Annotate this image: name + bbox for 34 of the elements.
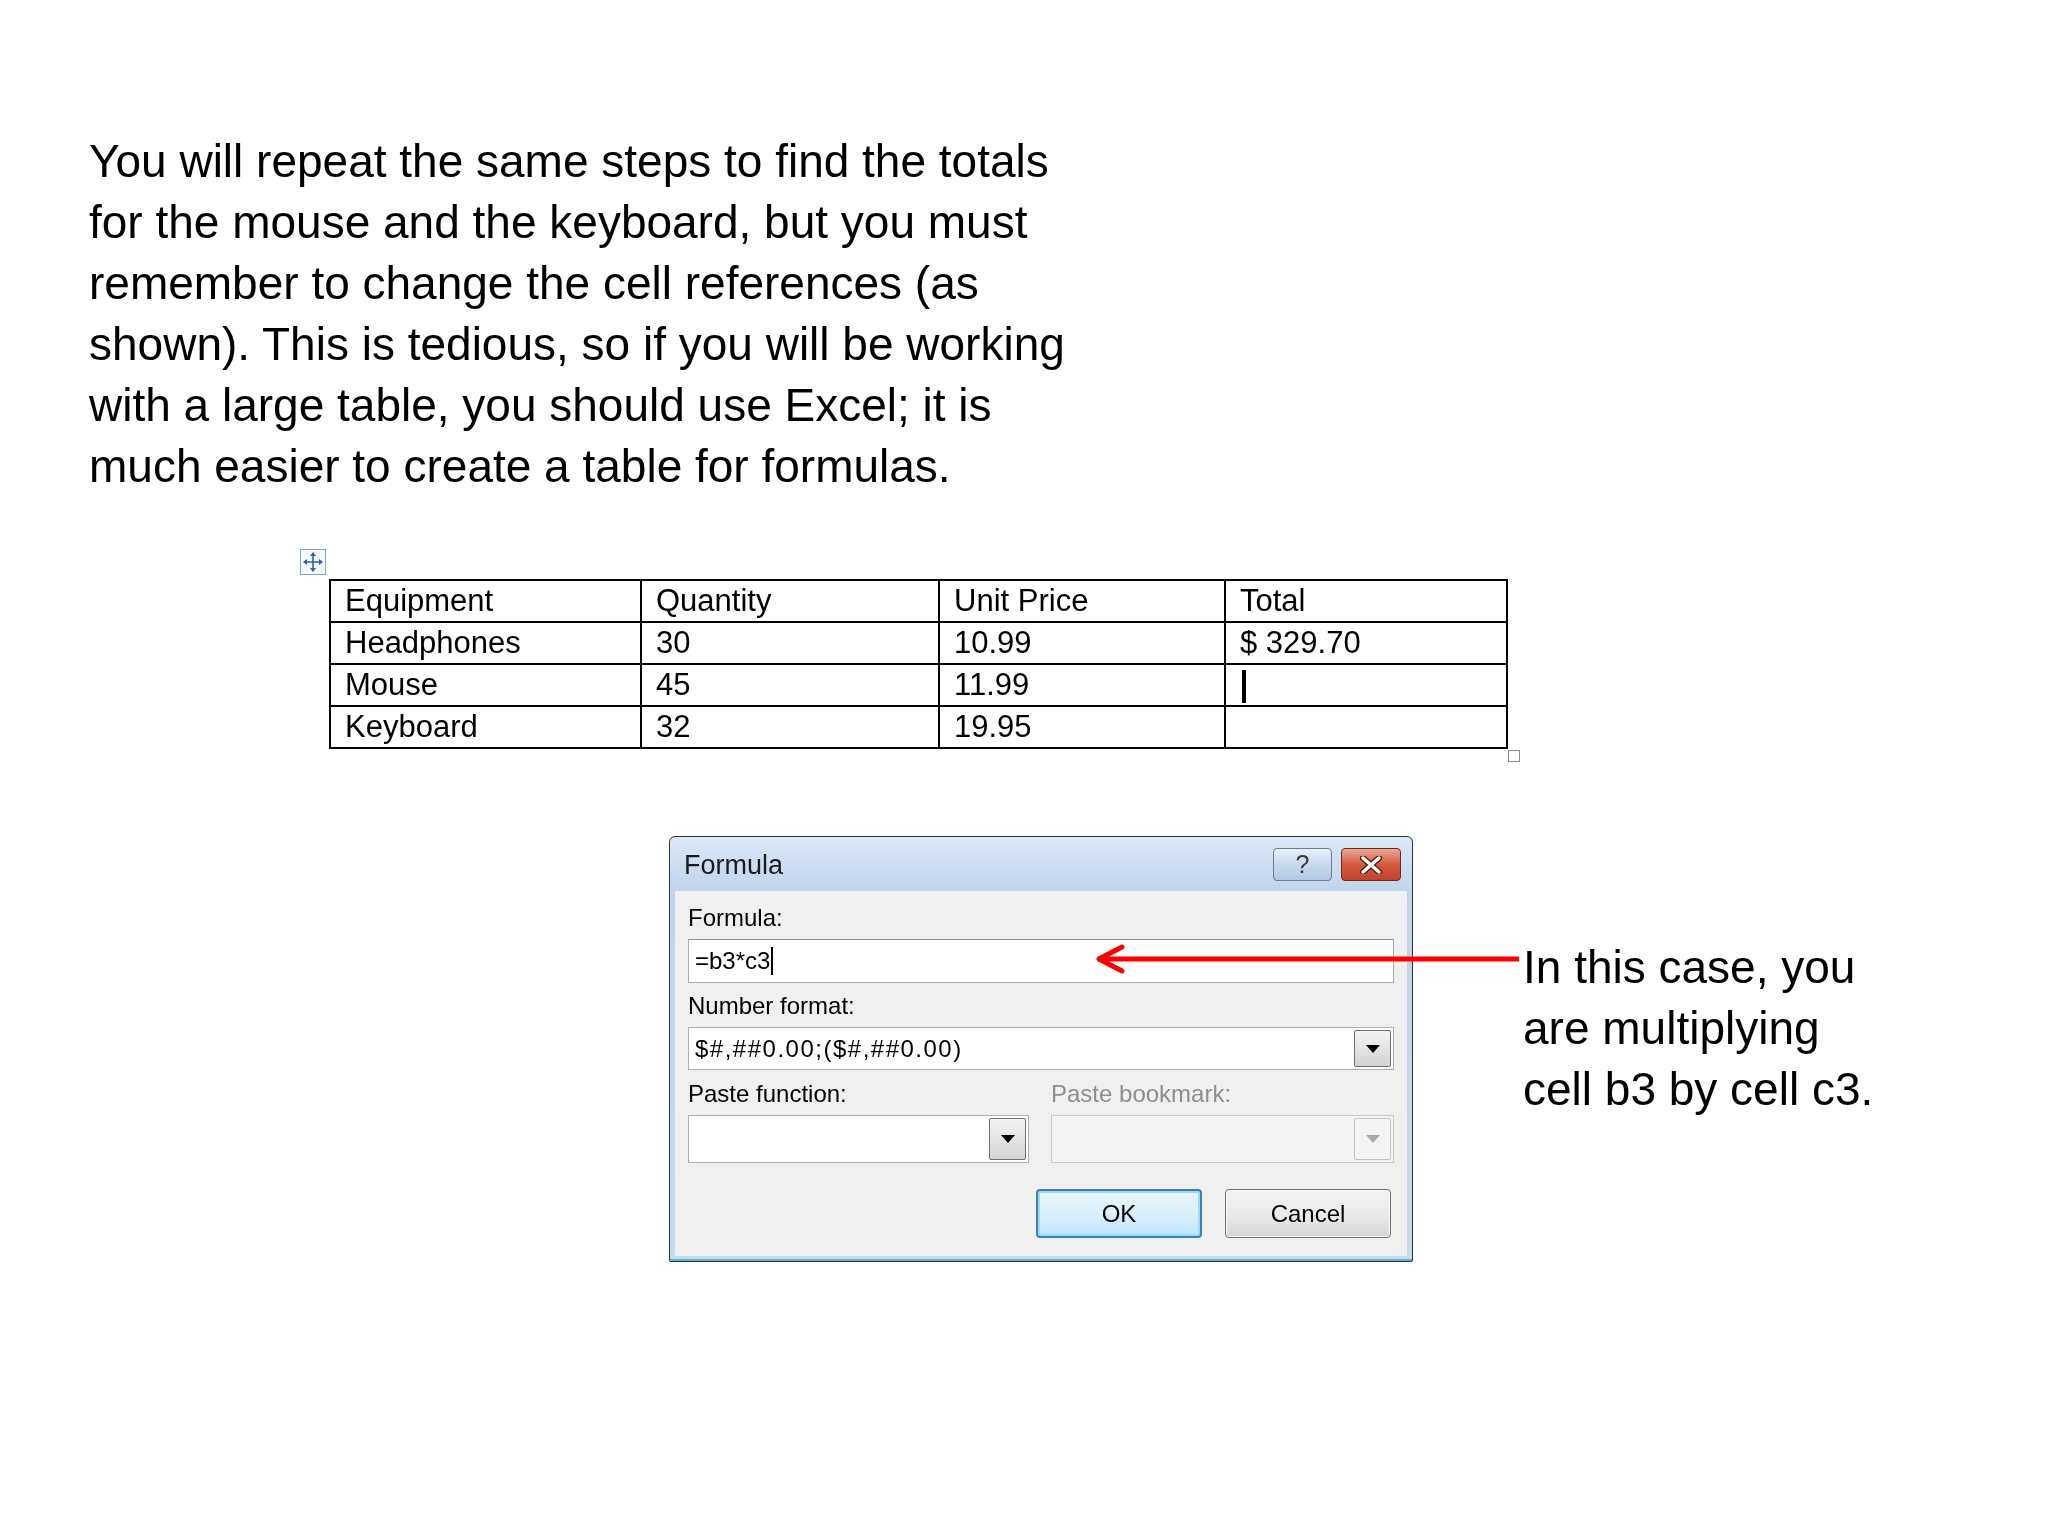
column-header: Unit Price xyxy=(939,580,1225,622)
field-label: Formula: xyxy=(688,904,784,932)
number-format-dropdown[interactable]: $#,##0.00;($#,##0.00) xyxy=(688,1027,1394,1070)
table-cell: 19.95 xyxy=(939,706,1225,748)
move-handle-icon[interactable] xyxy=(300,549,326,575)
dialog-title: Formula xyxy=(684,850,784,880)
column-header: Total xyxy=(1225,580,1507,622)
dropdown-field[interactable] xyxy=(688,1115,1029,1163)
dialog-button[interactable]: OK xyxy=(1036,1189,1202,1238)
table-cell: 10.99 xyxy=(939,622,1225,664)
close-icon xyxy=(1360,855,1382,874)
table-cell: Headphones xyxy=(330,622,641,664)
instruction-paragraph: You will repeat the same steps to find the totals for the mouse and the keyboard, but you must remember to change the cell references (as shown). This is tedious, so if you will be working with a large table, you should use Excel; it is much easier to create a table for formulas. xyxy=(89,134,1066,494)
table-cell: 30 xyxy=(641,622,939,664)
field-label: Paste bookmark: xyxy=(1051,1080,1233,1108)
table-cell: Keyboard xyxy=(330,706,641,748)
field-label: Paste function: xyxy=(688,1080,848,1108)
column-header: Equipment xyxy=(330,580,641,622)
table-cell: 11.99 xyxy=(939,664,1225,706)
table-cell: $ 329.70 xyxy=(1225,622,1507,664)
caret-icon xyxy=(1365,1135,1380,1143)
resize-handle[interactable] xyxy=(1508,750,1520,762)
caret-icon xyxy=(1365,1044,1380,1053)
formula-field[interactable]: =b3*c3 xyxy=(688,939,1394,983)
caret-icon xyxy=(1000,1135,1015,1143)
help-button[interactable]: ? xyxy=(1273,848,1332,881)
table-cell: 32 xyxy=(641,706,939,748)
table-cell: 45 xyxy=(641,664,939,706)
column-header: Quantity xyxy=(641,580,939,622)
dialog-button[interactable]: Cancel xyxy=(1225,1189,1391,1238)
table-cell: Mouse xyxy=(330,664,641,706)
field-label: Number format: xyxy=(688,992,856,1020)
callout-text: In this case, you are multiplying cell b3 by cell c3. xyxy=(1523,940,1875,1117)
close-button[interactable] xyxy=(1341,848,1401,881)
